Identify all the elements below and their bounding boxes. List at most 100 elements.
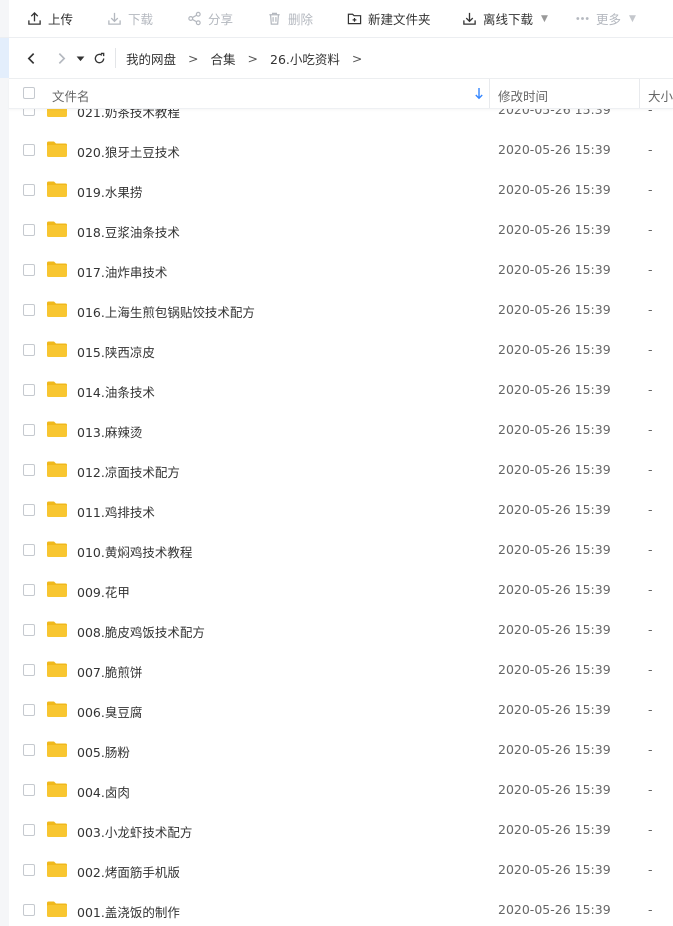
row-checkbox[interactable] [23,224,35,236]
row-checkbox[interactable] [23,184,35,196]
back-button[interactable] [21,48,41,68]
table-row[interactable]: 010.黄焖鸡技术教程 2020-05-26 15:39 - [9,530,673,570]
table-row[interactable]: 006.臭豆腐 2020-05-26 15:39 - [9,690,673,730]
table-row[interactable]: 020.狼牙土豆技术 2020-05-26 15:39 - [9,130,673,170]
column-header-size[interactable]: 大小 [648,86,673,105]
folder-icon [47,261,67,277]
upload-label: 上传 [48,12,74,27]
column-header-modified[interactable]: 修改时间 [498,86,548,105]
row-checkbox[interactable] [23,864,35,876]
table-row[interactable]: 005.肠粉 2020-05-26 15:39 - [9,730,673,770]
forward-button[interactable] [51,48,71,68]
row-checkbox[interactable] [23,384,35,396]
file-size: - [648,462,653,477]
chevron-down-icon[interactable]: ▼ [629,14,636,24]
file-name[interactable]: 014.油条技术 [77,382,155,401]
table-row[interactable]: 009.花甲 2020-05-26 15:39 - [9,570,673,610]
delete-button[interactable]: 删除 [267,0,313,37]
table-row[interactable]: 004.卤肉 2020-05-26 15:39 - [9,770,673,810]
column-divider[interactable] [639,79,640,108]
folder-icon [47,421,67,437]
file-name[interactable]: 003.小龙虾技术配方 [77,822,192,841]
row-checkbox[interactable] [23,264,35,276]
file-name[interactable]: 008.脆皮鸡饭技术配方 [77,622,205,641]
breadcrumb-item-current-folder[interactable]: 26.小吃资料 [270,49,340,68]
folder-icon [47,621,67,637]
file-size: - [648,422,653,437]
file-name[interactable]: 001.盖浇饭的制作 [77,902,180,921]
file-name[interactable]: 007.脆煎饼 [77,662,142,681]
row-checkbox[interactable] [23,704,35,716]
file-size: - [648,222,653,237]
table-row[interactable]: 015.陕西凉皮 2020-05-26 15:39 - [9,330,673,370]
file-name[interactable]: 006.臭豆腐 [77,702,142,721]
file-name[interactable]: 012.凉面技术配方 [77,462,180,481]
download-label: 下载 [128,12,154,27]
file-name[interactable]: 015.陕西凉皮 [77,342,155,361]
table-row[interactable]: 002.烤面筋手机版 2020-05-26 15:39 - [9,850,673,890]
share-button[interactable]: 分享 [187,0,233,37]
file-name[interactable]: 018.豆浆油条技术 [77,222,180,241]
sort-descending-icon[interactable] [474,87,484,100]
table-row[interactable]: 007.脆煎饼 2020-05-26 15:39 - [9,650,673,690]
row-checkbox[interactable] [23,144,35,156]
row-checkbox[interactable] [23,464,35,476]
table-row[interactable]: 016.上海生煎包锅贴饺技术配方 2020-05-26 15:39 - [9,290,673,330]
row-checkbox[interactable] [23,304,35,316]
row-checkbox[interactable] [23,904,35,916]
history-dropdown[interactable] [73,48,87,68]
upload-button[interactable]: 上传 [27,0,73,37]
row-checkbox[interactable] [23,624,35,636]
row-checkbox[interactable] [23,504,35,516]
share-label: 分享 [208,12,234,27]
file-name[interactable]: 013.麻辣烫 [77,422,142,441]
modified-time: 2020-05-26 15:39 [498,262,611,277]
download-button[interactable]: 下载 [107,0,153,37]
breadcrumb-item-collection[interactable]: 合集 [211,49,236,68]
file-name[interactable]: 011.鸡排技术 [77,502,155,521]
file-name[interactable]: 017.油炸串技术 [77,262,167,281]
chevron-down-icon[interactable]: ▼ [541,14,548,24]
file-size: - [648,342,653,357]
table-row[interactable]: 014.油条技术 2020-05-26 15:39 - [9,370,673,410]
row-checkbox[interactable] [23,784,35,796]
table-row[interactable]: 013.麻辣烫 2020-05-26 15:39 - [9,410,673,450]
file-size: - [648,262,653,277]
breadcrumb-item-my-drive[interactable]: 我的网盘 [126,49,176,68]
row-checkbox[interactable] [23,344,35,356]
row-checkbox[interactable] [23,664,35,676]
file-name[interactable]: 004.卤肉 [77,782,130,801]
table-row[interactable]: 012.凉面技术配方 2020-05-26 15:39 - [9,450,673,490]
modified-time: 2020-05-26 15:39 [498,862,611,877]
refresh-button[interactable] [89,48,109,68]
file-name[interactable]: 005.肠粉 [77,742,130,761]
folder-icon [47,301,67,317]
row-checkbox[interactable] [23,744,35,756]
table-row[interactable]: 001.盖浇饭的制作 2020-05-26 15:39 - [9,890,673,926]
row-checkbox[interactable] [23,584,35,596]
new-folder-button[interactable]: 新建文件夹 [347,0,431,37]
more-button[interactable]: 更多 ▼ [575,0,636,37]
file-name[interactable]: 010.黄焖鸡技术教程 [77,542,192,561]
table-row[interactable]: 018.豆浆油条技术 2020-05-26 15:39 - [9,210,673,250]
file-name[interactable]: 009.花甲 [77,582,130,601]
row-checkbox[interactable] [23,424,35,436]
file-size: - [648,502,653,517]
file-name[interactable]: 016.上海生煎包锅贴饺技术配方 [77,302,255,321]
table-row[interactable]: 003.小龙虾技术配方 2020-05-26 15:39 - [9,810,673,850]
row-checkbox[interactable] [23,544,35,556]
table-row[interactable]: 008.脆皮鸡饭技术配方 2020-05-26 15:39 - [9,610,673,650]
file-name[interactable]: 019.水果捞 [77,182,142,201]
table-row[interactable]: 019.水果捞 2020-05-26 15:39 - [9,170,673,210]
file-name[interactable]: 002.烤面筋手机版 [77,862,180,881]
modified-time: 2020-05-26 15:39 [498,542,611,557]
column-divider[interactable] [489,79,490,108]
row-checkbox[interactable] [23,824,35,836]
table-row[interactable]: 011.鸡排技术 2020-05-26 15:39 - [9,490,673,530]
offline-download-button[interactable]: 离线下载 ▼ [462,0,548,37]
file-name[interactable]: 020.狼牙土豆技术 [77,142,180,161]
select-all-checkbox[interactable] [23,87,35,99]
modified-time: 2020-05-26 15:39 [498,342,611,357]
table-row[interactable]: 017.油炸串技术 2020-05-26 15:39 - [9,250,673,290]
column-header-name[interactable]: 文件名 [52,86,90,105]
